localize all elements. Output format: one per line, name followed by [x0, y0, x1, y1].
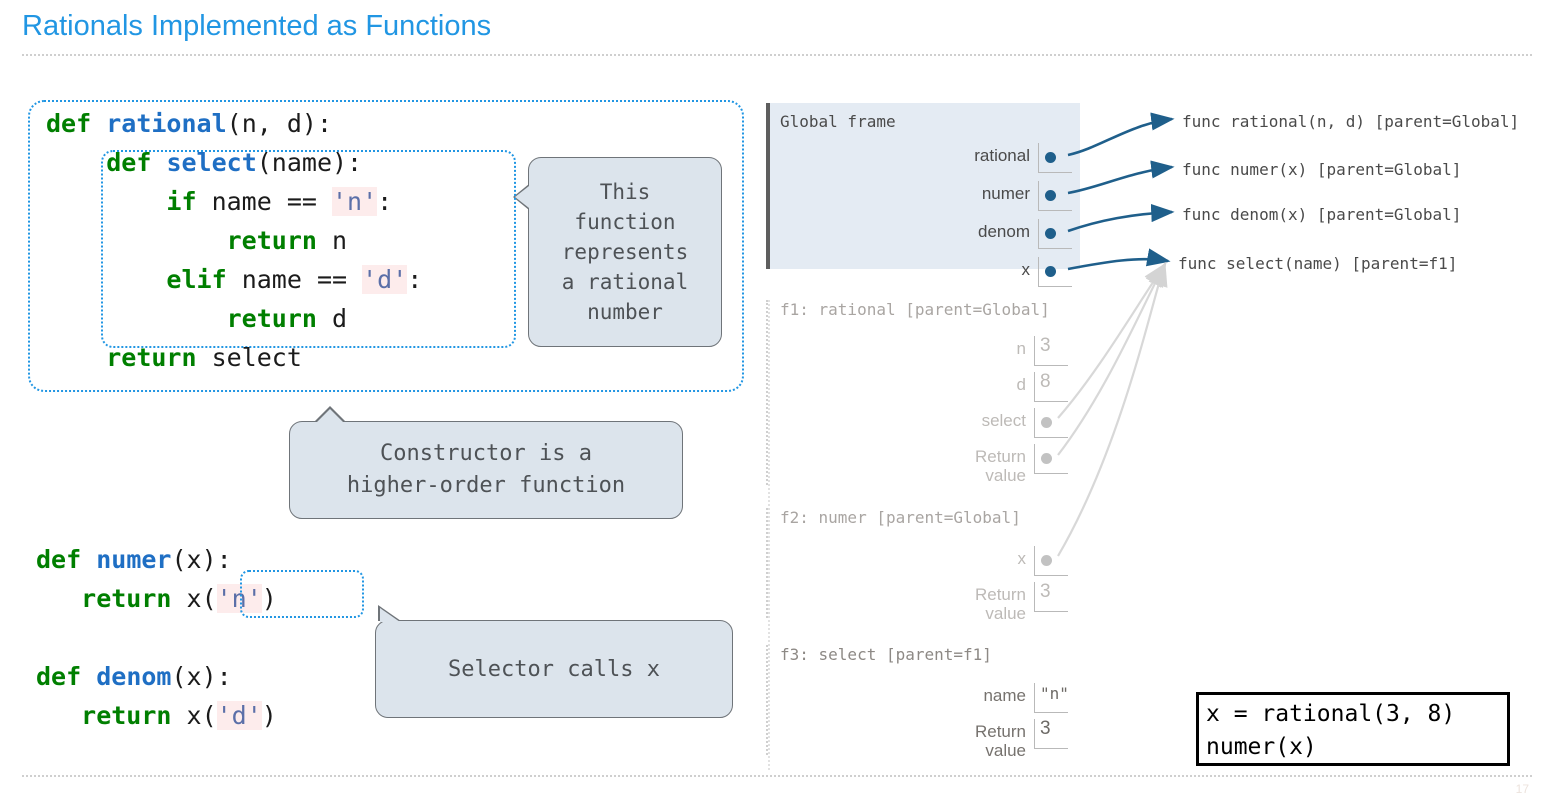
pointer-dot	[1041, 417, 1052, 428]
pointer-dot	[1045, 228, 1056, 239]
binding-n: n 3	[948, 335, 1068, 366]
binding-value-box: "n"	[1034, 683, 1069, 713]
binding-value: 3	[1040, 335, 1051, 356]
arrow-rational	[1067, 112, 1175, 157]
title-divider	[22, 54, 1532, 56]
code-block-selectors: def numer(x): return x('n') def denom(x)…	[36, 545, 277, 730]
callout-function-represents-rational: This function represents a rational numb…	[513, 157, 722, 347]
pointer-dot	[1045, 266, 1056, 277]
page-number: 17	[1515, 782, 1529, 796]
binding-label: numer	[981, 184, 1030, 203]
function-value-select: func select(name) [parent=f1]	[1178, 254, 1458, 273]
binding-value-box: 8	[1034, 371, 1068, 402]
binding-select: select	[948, 408, 1068, 438]
frame-title: f2: numer [parent=Global]	[780, 508, 1021, 527]
binding-label: Return value	[974, 585, 1026, 623]
pointer-dot	[1041, 555, 1052, 566]
binding-label: select	[981, 411, 1026, 430]
binding-x: x	[948, 546, 1068, 576]
binding-value: 3	[1040, 581, 1051, 602]
function-value-numer: func numer(x) [parent=Global]	[1182, 160, 1462, 179]
binding-value-box	[1038, 219, 1072, 249]
pointer-dot	[1045, 152, 1056, 163]
binding-value-box	[1034, 444, 1068, 474]
exec-line-2: numer(x)	[1206, 734, 1317, 760]
binding-value: 8	[1040, 371, 1051, 392]
binding-d: d 8	[948, 371, 1068, 402]
binding-label: n	[1016, 339, 1026, 358]
binding-denom: denom	[920, 219, 1072, 249]
binding-value-box: 3	[1034, 335, 1068, 366]
binding-return-value: Return value 3	[948, 718, 1068, 760]
binding-value: 3	[1040, 718, 1051, 739]
binding-value: "n"	[1040, 684, 1069, 703]
callout-selector-calls-x: Selector calls x	[375, 605, 733, 718]
binding-label: Return value	[974, 722, 1026, 760]
binding-label: name	[983, 686, 1026, 705]
arrow-numer	[1067, 160, 1175, 195]
binding-return-value: Return value	[948, 444, 1068, 485]
frame-title: f3: select [parent=f1]	[780, 645, 992, 664]
footer-divider	[22, 775, 1532, 777]
binding-value-box	[1038, 181, 1072, 211]
binding-value-box	[1038, 257, 1072, 287]
binding-value-box: 3	[1034, 581, 1068, 612]
callout-pointer	[380, 608, 400, 622]
binding-rational: rational	[920, 143, 1072, 173]
binding-label: x	[1017, 549, 1027, 568]
frame-title: f1: rational [parent=Global]	[780, 300, 1050, 319]
binding-label: x	[1021, 260, 1031, 279]
function-value-denom: func denom(x) [parent=Global]	[1182, 205, 1462, 224]
env-frame-f1: f1: rational [parent=Global] n 3 d 8 sel…	[766, 300, 1080, 485]
function-value-rational: func rational(n, d) [parent=Global]	[1182, 112, 1520, 131]
binding-value-box	[1038, 143, 1072, 173]
pointer-dot	[1041, 453, 1052, 464]
code-block-rational: def rational(n, d): def select(name): if…	[46, 109, 423, 372]
binding-x: x	[920, 257, 1072, 287]
exec-line-1: x = rational(3, 8)	[1206, 701, 1456, 727]
binding-return-value: Return value 3	[948, 581, 1068, 623]
page-title: Rationals Implemented as Functions	[22, 10, 492, 42]
selector-call-outline	[240, 570, 364, 618]
env-frame-global: Global frame rational numer denom x	[766, 103, 1080, 287]
arrow-x	[1067, 248, 1171, 271]
binding-value-box: 3	[1034, 718, 1068, 749]
callout-pointer	[316, 409, 344, 423]
binding-label: d	[1016, 375, 1026, 394]
pointer-dot	[1045, 190, 1056, 201]
binding-numer: numer	[920, 181, 1072, 211]
binding-value-box	[1034, 546, 1068, 576]
arrow-denom	[1067, 203, 1175, 233]
binding-label: denom	[978, 222, 1030, 241]
callout-higher-order-function: Constructor is a higher-order function	[289, 406, 683, 519]
callout-pointer	[515, 186, 529, 208]
execution-code-box: x = rational(3, 8) numer(x)	[1196, 692, 1510, 766]
frame-title: Global frame	[780, 112, 896, 131]
binding-label: rational	[974, 146, 1030, 165]
binding-value-box	[1034, 408, 1068, 438]
env-frame-f2: f2: numer [parent=Global] x Return value…	[766, 508, 1080, 623]
binding-label: Return value	[974, 447, 1026, 485]
env-frame-f3: f3: select [parent=f1] name "n" Return v…	[766, 645, 1080, 760]
binding-name: name "n"	[948, 683, 1069, 713]
